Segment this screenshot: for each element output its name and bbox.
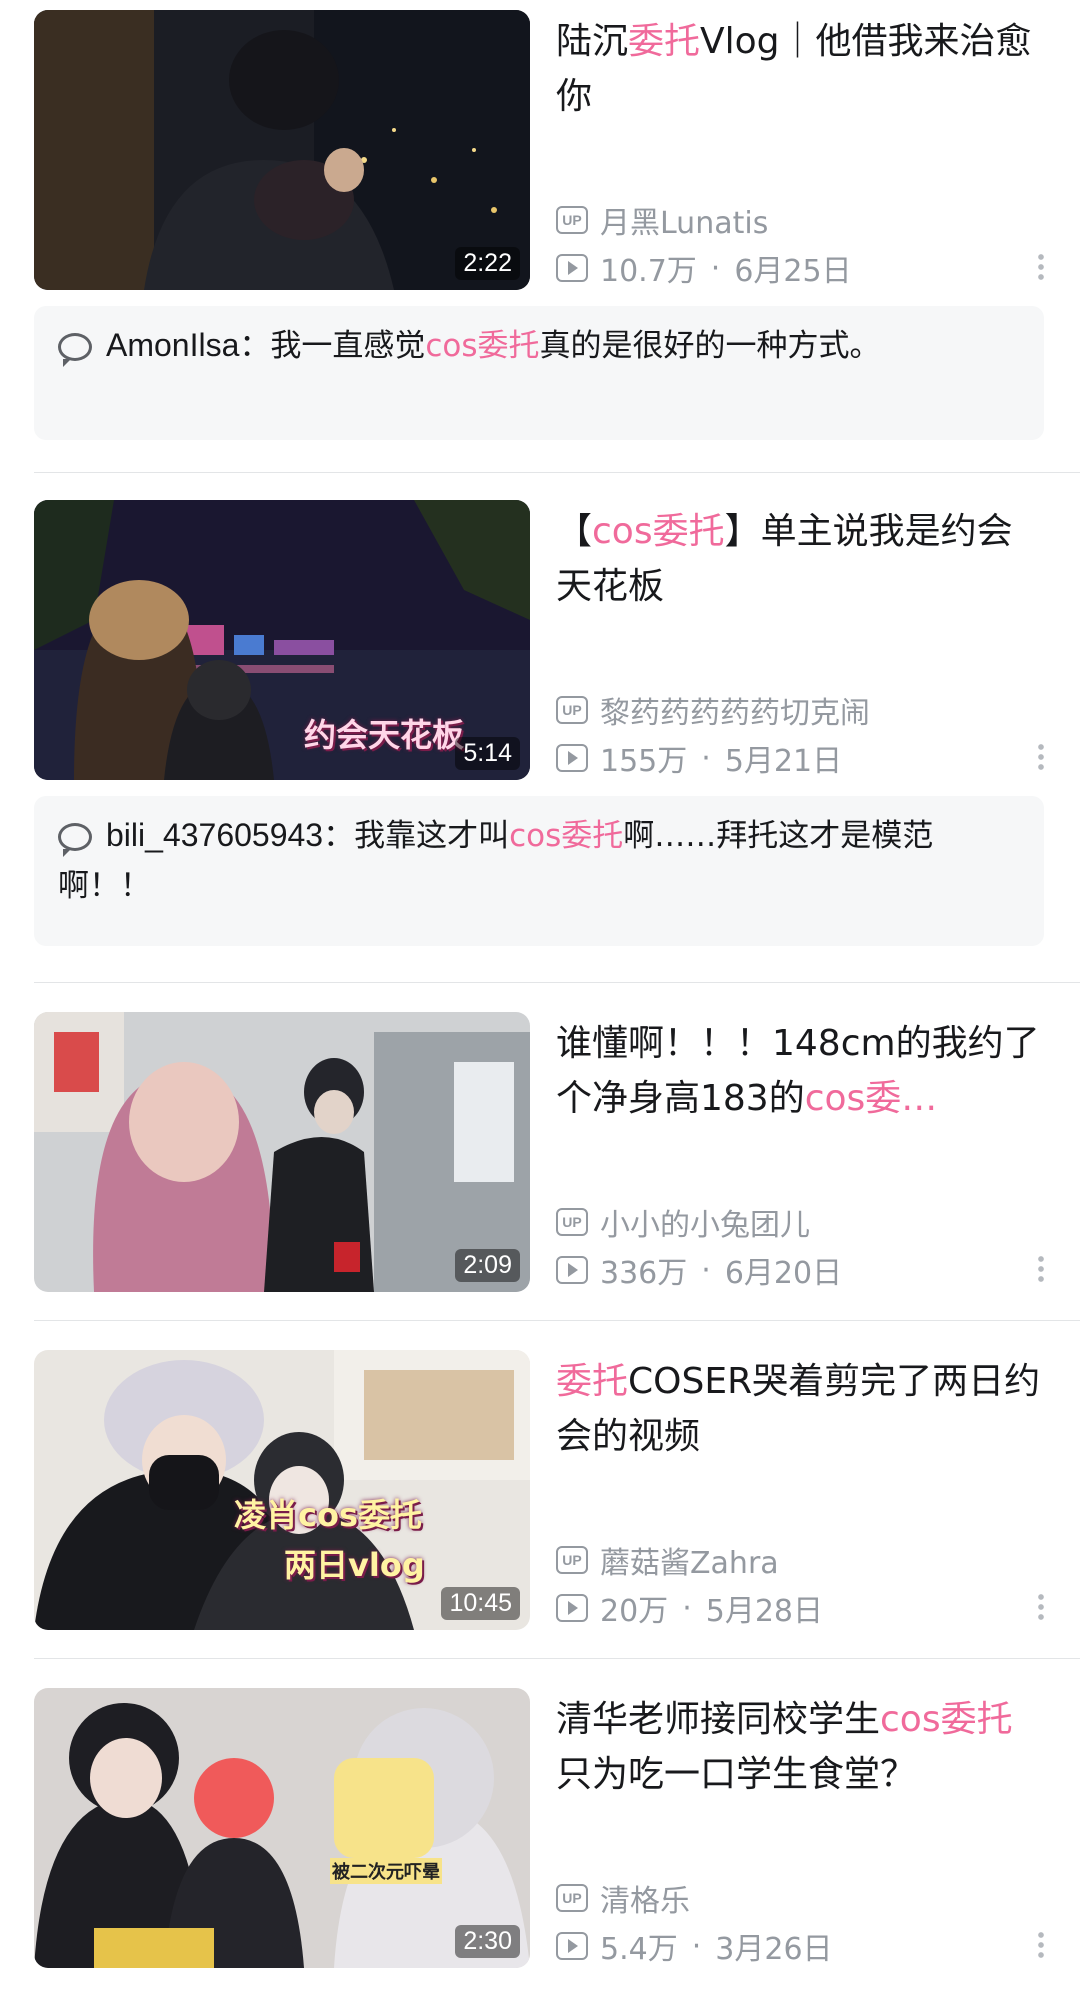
featured-comment[interactable]: AmonIlsa：我一直感觉cos委托真的是很好的一种方式。: [34, 306, 1044, 440]
play-count-icon: [556, 744, 588, 772]
stats-line: 10.7万 · 6月25日: [556, 246, 1036, 290]
more-vertical-icon[interactable]: [1038, 1254, 1044, 1284]
video-duration: 2:30: [455, 1925, 520, 1958]
upload-date: 5月28日: [705, 1594, 823, 1629]
uploader-name[interactable]: 清格乐: [600, 1876, 690, 1920]
video-title[interactable]: 委托COSER哭着剪完了两日约会的视频: [556, 1354, 1046, 1464]
up-icon: UP: [556, 1208, 588, 1236]
video-duration: 10:45: [441, 1587, 520, 1620]
uploader-line[interactable]: UP 清格乐: [556, 1876, 1036, 1920]
upload-date: 5月21日: [724, 744, 843, 779]
uploader-line[interactable]: UP 月黑Lunatis: [556, 198, 1036, 242]
play-count-icon: [556, 1256, 588, 1284]
play-count-icon: [556, 1594, 588, 1622]
more-vertical-icon[interactable]: [1038, 1930, 1044, 1960]
uploader-name[interactable]: 黎药药药药药切克闹: [600, 688, 870, 732]
upload-date: 3月26日: [715, 1932, 833, 1967]
thumbnail-caption: 被二次元吓晕: [330, 1858, 442, 1884]
divider: [34, 982, 1080, 983]
video-thumbnail[interactable]: 被二次元吓晕 2:30: [34, 1688, 530, 1968]
video-title[interactable]: 清华老师接同校学生cos委托只为吃一口学生食堂？: [556, 1692, 1046, 1802]
uploader-line[interactable]: UP 小小的小兔团儿: [556, 1200, 1036, 1244]
featured-comment[interactable]: bili_437605943：我靠这才叫cos委托啊……拜托这才是模范啊！！: [34, 796, 1044, 946]
more-vertical-icon[interactable]: [1038, 1592, 1044, 1622]
uploader-line[interactable]: UP 蘑菇酱Zahra: [556, 1538, 1036, 1582]
divider: [34, 1658, 1080, 1659]
video-card[interactable]: 2:09 谁懂啊！！！148cm的我约了个净身高183的cos委… UP 小小的…: [0, 1012, 1080, 1312]
video-duration: 2:09: [455, 1249, 520, 1282]
up-icon: UP: [556, 1884, 588, 1912]
upload-date: 6月20日: [724, 1256, 843, 1291]
video-title[interactable]: 谁懂啊！！！148cm的我约了个净身高183的cos委…: [556, 1016, 1046, 1126]
divider: [34, 472, 1080, 473]
video-duration: 5:14: [455, 737, 520, 770]
video-thumbnail[interactable]: 2:22: [34, 10, 530, 290]
video-title[interactable]: 陆沉委托Vlog｜他借我来治愈你: [556, 14, 1046, 124]
up-icon: UP: [556, 206, 588, 234]
thumbnail-caption: 约会天花板: [304, 716, 465, 754]
upload-date: 6月25日: [734, 254, 852, 289]
uploader-name[interactable]: 小小的小兔团儿: [600, 1200, 810, 1244]
view-count: 336万: [600, 1256, 688, 1291]
video-thumbnail[interactable]: 凌肖cos委托 两日vlog 10:45: [34, 1350, 530, 1630]
more-vertical-icon[interactable]: [1038, 742, 1044, 772]
divider: [34, 1320, 1080, 1321]
up-icon: UP: [556, 696, 588, 724]
video-thumbnail[interactable]: 2:09: [34, 1012, 530, 1292]
comment-bubble-icon: [58, 333, 92, 367]
view-count: 10.7万: [600, 254, 697, 289]
stats-line: 336万 · 6月20日: [556, 1248, 1036, 1292]
more-vertical-icon[interactable]: [1038, 252, 1044, 282]
thumbnail-caption: 两日vlog: [284, 1546, 425, 1584]
play-count-icon: [556, 1932, 588, 1960]
view-count: 155万: [600, 744, 688, 779]
video-feed: 2:22 陆沉委托Vlog｜他借我来治愈你 UP 月黑Lunatis 10.7万…: [0, 0, 1080, 1998]
uploader-name[interactable]: 月黑Lunatis: [600, 198, 768, 242]
video-title[interactable]: 【cos委托】单主说我是约会天花板: [556, 504, 1046, 614]
uploader-line[interactable]: UP 黎药药药药药切克闹: [556, 688, 1036, 732]
stats-line: 5.4万 · 3月26日: [556, 1924, 1036, 1968]
stats-line: 20万 · 5月28日: [556, 1586, 1036, 1630]
video-duration: 2:22: [455, 247, 520, 280]
up-icon: UP: [556, 1546, 588, 1574]
view-count: 5.4万: [600, 1932, 678, 1967]
comment-bubble-icon: [58, 823, 92, 857]
stats-line: 155万 · 5月21日: [556, 736, 1036, 780]
uploader-name[interactable]: 蘑菇酱Zahra: [600, 1538, 779, 1582]
video-card[interactable]: 凌肖cos委托 两日vlog 10:45 委托COSER哭着剪完了两日约会的视频…: [0, 1350, 1080, 1650]
video-card[interactable]: 被二次元吓晕 2:30 清华老师接同校学生cos委托只为吃一口学生食堂？ UP …: [0, 1688, 1080, 1988]
play-count-icon: [556, 254, 588, 282]
view-count: 20万: [600, 1594, 669, 1629]
video-thumbnail[interactable]: 约会天花板 5:14: [34, 500, 530, 780]
thumbnail-caption: 凌肖cos委托: [234, 1496, 423, 1534]
